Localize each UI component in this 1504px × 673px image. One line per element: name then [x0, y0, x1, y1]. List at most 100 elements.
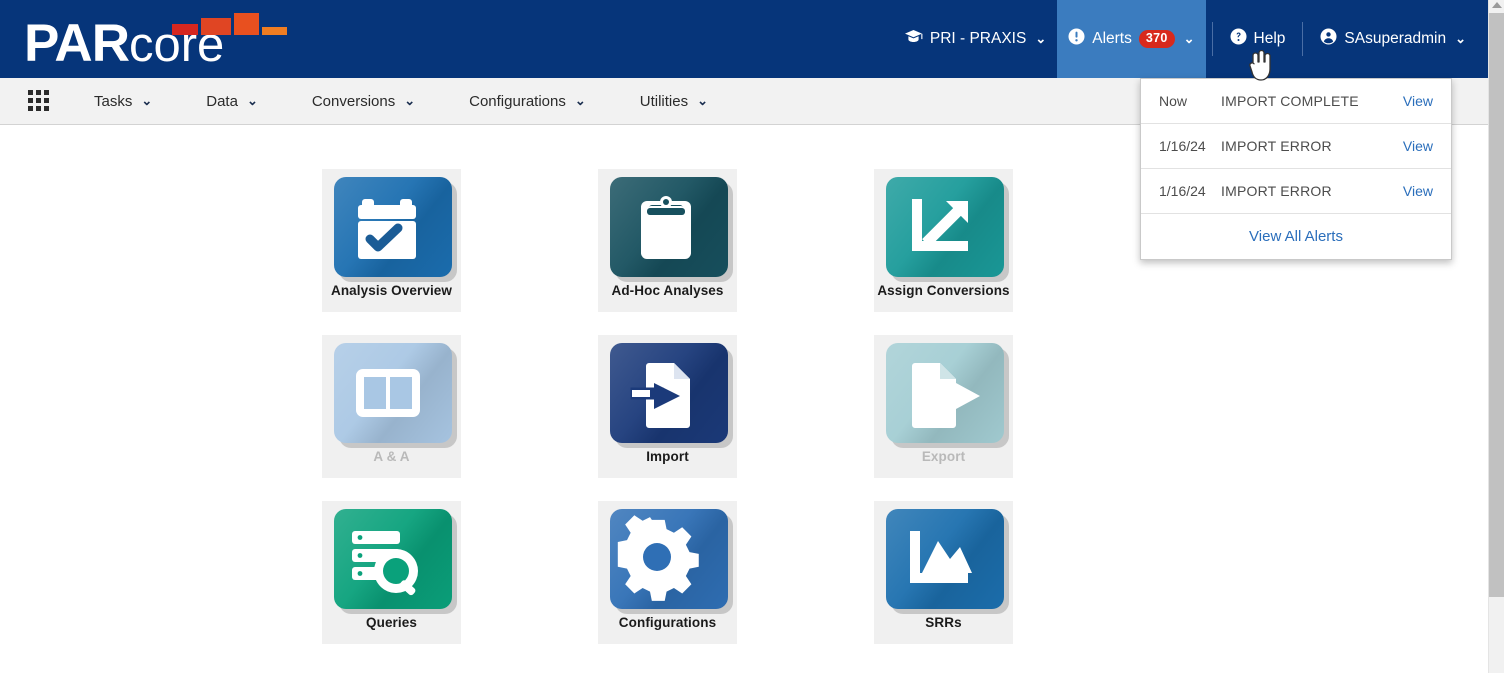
tile-label: A & A — [373, 449, 410, 464]
menu-item-label: Configurations — [469, 92, 566, 110]
database-search-icon — [333, 509, 452, 609]
alert-message: IMPORT COMPLETE — [1221, 93, 1359, 109]
chevron-down-icon: ⌄ — [1035, 31, 1047, 46]
tile-queries[interactable]: Queries — [322, 501, 461, 644]
tile-analysis-overview[interactable]: Analysis Overview — [322, 169, 461, 312]
alert-date: 1/16/24 — [1159, 138, 1206, 154]
menu-item-tasks[interactable]: Tasks ⌄ — [84, 78, 162, 125]
tile-label: Configurations — [618, 615, 717, 630]
tile-artwork — [880, 341, 1008, 447]
alerts-dropdown-panel: Now IMPORT COMPLETE View 1/16/24 IMPORT … — [1140, 78, 1452, 260]
tile-label: SRRs — [925, 615, 962, 630]
tile-artwork — [880, 507, 1008, 613]
menu-item-configurations[interactable]: Configurations ⌄ — [459, 78, 596, 125]
logo-accent-bars — [172, 13, 287, 35]
logo-bar-1 — [172, 24, 198, 35]
grid-dot — [28, 98, 33, 103]
chevron-down-icon: ⌄ — [404, 93, 416, 108]
top-header-bar: PARcore PRI - PRAXIS ⌄ Alerts 370 ⌄ Help… — [0, 0, 1488, 78]
alert-view-link[interactable]: View — [1403, 138, 1433, 154]
calendar-check-icon — [333, 177, 452, 277]
view-all-alerts-link[interactable]: View All Alerts — [1141, 214, 1451, 259]
grid-dot — [36, 98, 41, 103]
chevron-down-icon: ⌄ — [697, 93, 709, 108]
chevron-down-icon: ⌄ — [1183, 31, 1195, 46]
alert-row[interactable]: Now IMPORT COMPLETE View — [1141, 79, 1451, 124]
tile-artwork — [328, 341, 456, 447]
graduation-cap-icon — [904, 29, 923, 49]
alerts-label: Alerts — [1092, 30, 1132, 47]
parcore-logo[interactable]: PARcore — [24, 9, 287, 70]
grid-dot — [28, 90, 33, 95]
tile-export: Export — [874, 335, 1013, 478]
tile-import[interactable]: Import — [598, 335, 737, 478]
logo-par-text: PAR — [24, 14, 130, 73]
project-selector-label: PRI - PRAXIS — [929, 30, 1027, 47]
tile-label: Assign Conversions — [877, 283, 1010, 298]
alert-row[interactable]: 1/16/24 IMPORT ERROR View — [1141, 169, 1451, 214]
logo-bar-4 — [262, 27, 287, 35]
document-arrow-in-icon — [609, 343, 728, 443]
chevron-down-icon: ⌄ — [1455, 31, 1466, 46]
tile-label: Analysis Overview — [330, 283, 453, 298]
grid-dot — [44, 106, 49, 111]
alerts-button[interactable]: Alerts 370 ⌄ — [1057, 0, 1206, 78]
user-circle-icon — [1320, 28, 1337, 50]
tile-artwork — [604, 175, 732, 281]
gear-icon — [609, 509, 728, 609]
area-chart-icon — [885, 509, 1004, 609]
tile-grid: Analysis Overview Ad-Hoc Analyses Assign… — [322, 169, 1013, 644]
clipboard-icon — [609, 177, 728, 277]
grid-dot — [36, 90, 41, 95]
tile-artwork — [604, 507, 732, 613]
tile-label: Queries — [366, 615, 417, 630]
chevron-down-icon: ⌄ — [574, 93, 586, 108]
tile-artwork — [328, 507, 456, 613]
help-label: Help — [1253, 30, 1286, 47]
axis-arrow-up-icon — [885, 177, 1004, 277]
chevron-down-icon: ⌄ — [141, 93, 153, 108]
alerts-count-badge: 370 — [1138, 30, 1175, 48]
tile-assign-conversions[interactable]: Assign Conversions — [874, 169, 1013, 312]
scroll-up-arrow-icon[interactable] — [1492, 2, 1502, 8]
menu-item-label: Tasks — [94, 92, 133, 110]
alert-view-link[interactable]: View — [1403, 93, 1433, 109]
tile-artwork — [880, 175, 1008, 281]
document-arrow-out-icon — [885, 343, 1004, 443]
logo-bar-2 — [201, 18, 231, 35]
apps-grid-icon[interactable] — [28, 90, 50, 112]
menu-item-conversions[interactable]: Conversions ⌄ — [302, 78, 425, 125]
menu-item-label: Utilities — [639, 92, 689, 110]
project-selector-button[interactable]: PRI - PRAXIS ⌄ — [893, 0, 1057, 78]
alert-row[interactable]: 1/16/24 IMPORT ERROR View — [1141, 124, 1451, 169]
chevron-down-icon: ⌄ — [246, 93, 258, 108]
tile-artwork — [604, 341, 732, 447]
application-window: PARcore PRI - PRAXIS ⌄ Alerts 370 ⌄ Help… — [0, 0, 1504, 673]
alert-view-link[interactable]: View — [1403, 183, 1433, 199]
user-menu-button[interactable]: SAsuperadmin ⌄ — [1309, 0, 1488, 78]
tile-srrs[interactable]: SRRs — [874, 501, 1013, 644]
menu-item-data[interactable]: Data ⌄ — [196, 78, 268, 125]
tile-label: Import — [646, 449, 689, 464]
header-divider — [1211, 22, 1213, 56]
vertical-scrollbar[interactable] — [1488, 0, 1504, 673]
alert-date: Now — [1159, 93, 1188, 109]
grid-dot — [28, 106, 33, 111]
tile-a-and-a: A & A — [322, 335, 461, 478]
menu-item-label: Data — [206, 92, 238, 110]
scrollbar-thumb[interactable] — [1489, 13, 1504, 597]
alert-date: 1/16/24 — [1159, 183, 1206, 199]
tile-ad-hoc-analyses[interactable]: Ad-Hoc Analyses — [598, 169, 737, 312]
menu-item-utilities[interactable]: Utilities ⌄ — [630, 78, 718, 125]
help-button[interactable]: Help — [1219, 0, 1297, 78]
grid-dot — [44, 98, 49, 103]
exclamation-circle-icon — [1068, 28, 1085, 50]
two-column-layout-icon — [333, 343, 452, 443]
grid-dot — [36, 106, 41, 111]
logo-bar-3 — [234, 13, 259, 35]
alert-message: IMPORT ERROR — [1221, 183, 1332, 199]
header-right-nav: PRI - PRAXIS ⌄ Alerts 370 ⌄ Help SAsuper… — [893, 0, 1488, 78]
tile-label: Export — [921, 449, 966, 464]
alert-message: IMPORT ERROR — [1221, 138, 1332, 154]
tile-configurations[interactable]: Configurations — [598, 501, 737, 644]
